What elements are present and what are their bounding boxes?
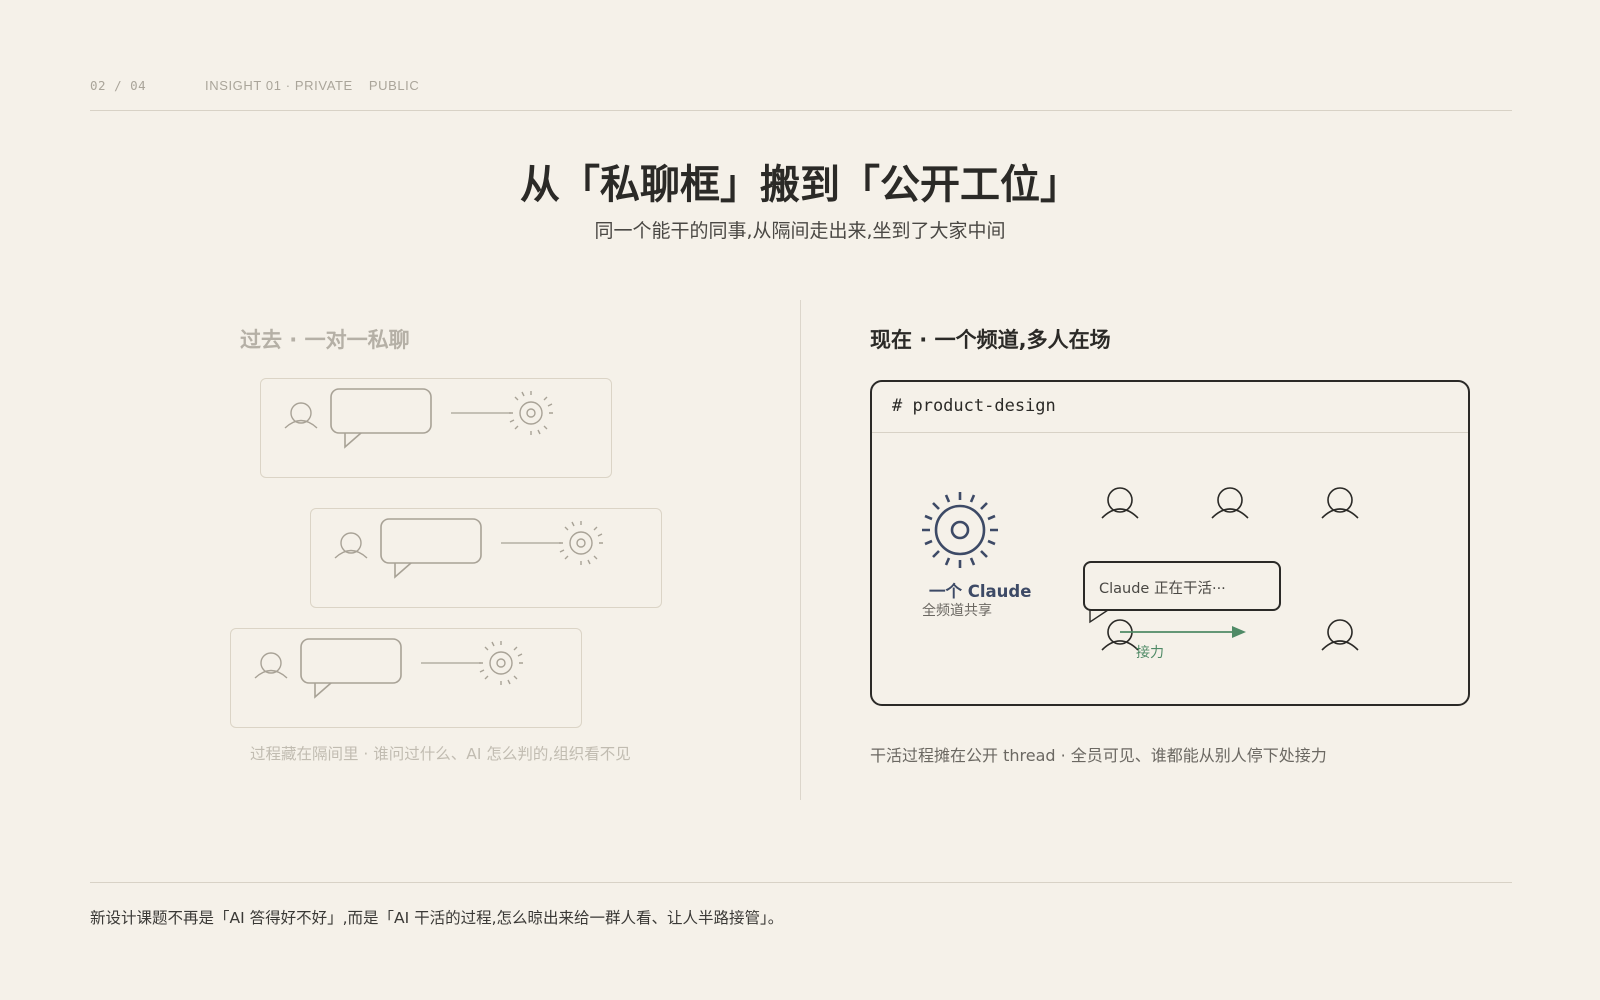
user-icon [1211, 487, 1249, 519]
insight-tag: INSIGHT 01 · PRIVATE PUBLIC [205, 78, 419, 93]
user-icon [1101, 487, 1139, 519]
now-label: 现在 · 一个频道,多人在场 [870, 328, 1111, 352]
page-subtitle: 同一个能干的同事,从隔间走出来,坐到了大家中间 [594, 220, 1006, 242]
now-caption: 干活过程摊在公开 thread · 全员可见、谁都能从别人停下处接力 [870, 746, 1327, 765]
insight-tail: PUBLIC [368, 78, 420, 93]
private-chat-diagram [284, 388, 553, 449]
page-title: 从「私聊框」搬到「公开工位」 [520, 161, 1080, 208]
private-chat-diagram [254, 638, 523, 699]
chat-bubble-icon [380, 518, 482, 579]
user-icon [284, 402, 318, 429]
claude-sun-icon [479, 641, 523, 685]
private-chat-card [230, 628, 582, 728]
chat-bubble-icon [330, 388, 432, 449]
user-icon [1321, 619, 1359, 651]
relay-arrow [1120, 626, 1246, 638]
relay-label: 接力 [1136, 645, 1164, 661]
column-divider [800, 300, 801, 800]
channel-diagram [922, 487, 1359, 651]
chat-bubble-icon [300, 638, 402, 699]
private-chat-card [260, 378, 612, 478]
user-icon [334, 532, 368, 559]
status-bubble-text: Claude 正在干活··· [1099, 581, 1226, 597]
channel-window: # product-design 一个 Claude 全频道共享 Claude … [870, 380, 1470, 706]
status-bubble: Claude 正在干活··· [1083, 561, 1281, 611]
claude-sun-icon [509, 391, 553, 435]
claude-name: 一个 Claude [929, 582, 1032, 601]
footer-note: 新设计课题不再是「AI 答得好不好」,而是「AI 干活的过程,怎么晾出来给一群人… [90, 909, 784, 927]
claude-sun-icon [922, 492, 998, 568]
insight-label: INSIGHT 01 · PRIVATE [205, 78, 353, 93]
claude-sun-icon [559, 521, 603, 565]
top-bar: 02 / 04 INSIGHT 01 · PRIVATE PUBLIC [90, 76, 1512, 111]
private-chat-diagram [334, 518, 603, 579]
user-icon [1101, 619, 1139, 651]
user-icon [1321, 487, 1359, 519]
user-icon [254, 652, 288, 679]
past-caption: 过程藏在隔间里 · 谁问过什么、AI 怎么判的,组织看不见 [250, 745, 631, 763]
claude-shared-label: 全频道共享 [922, 603, 992, 619]
page-number: 02 / 04 [90, 78, 147, 93]
footer-divider [90, 882, 1512, 883]
past-label: 过去 · 一对一私聊 [240, 328, 410, 352]
private-chat-card [310, 508, 662, 608]
